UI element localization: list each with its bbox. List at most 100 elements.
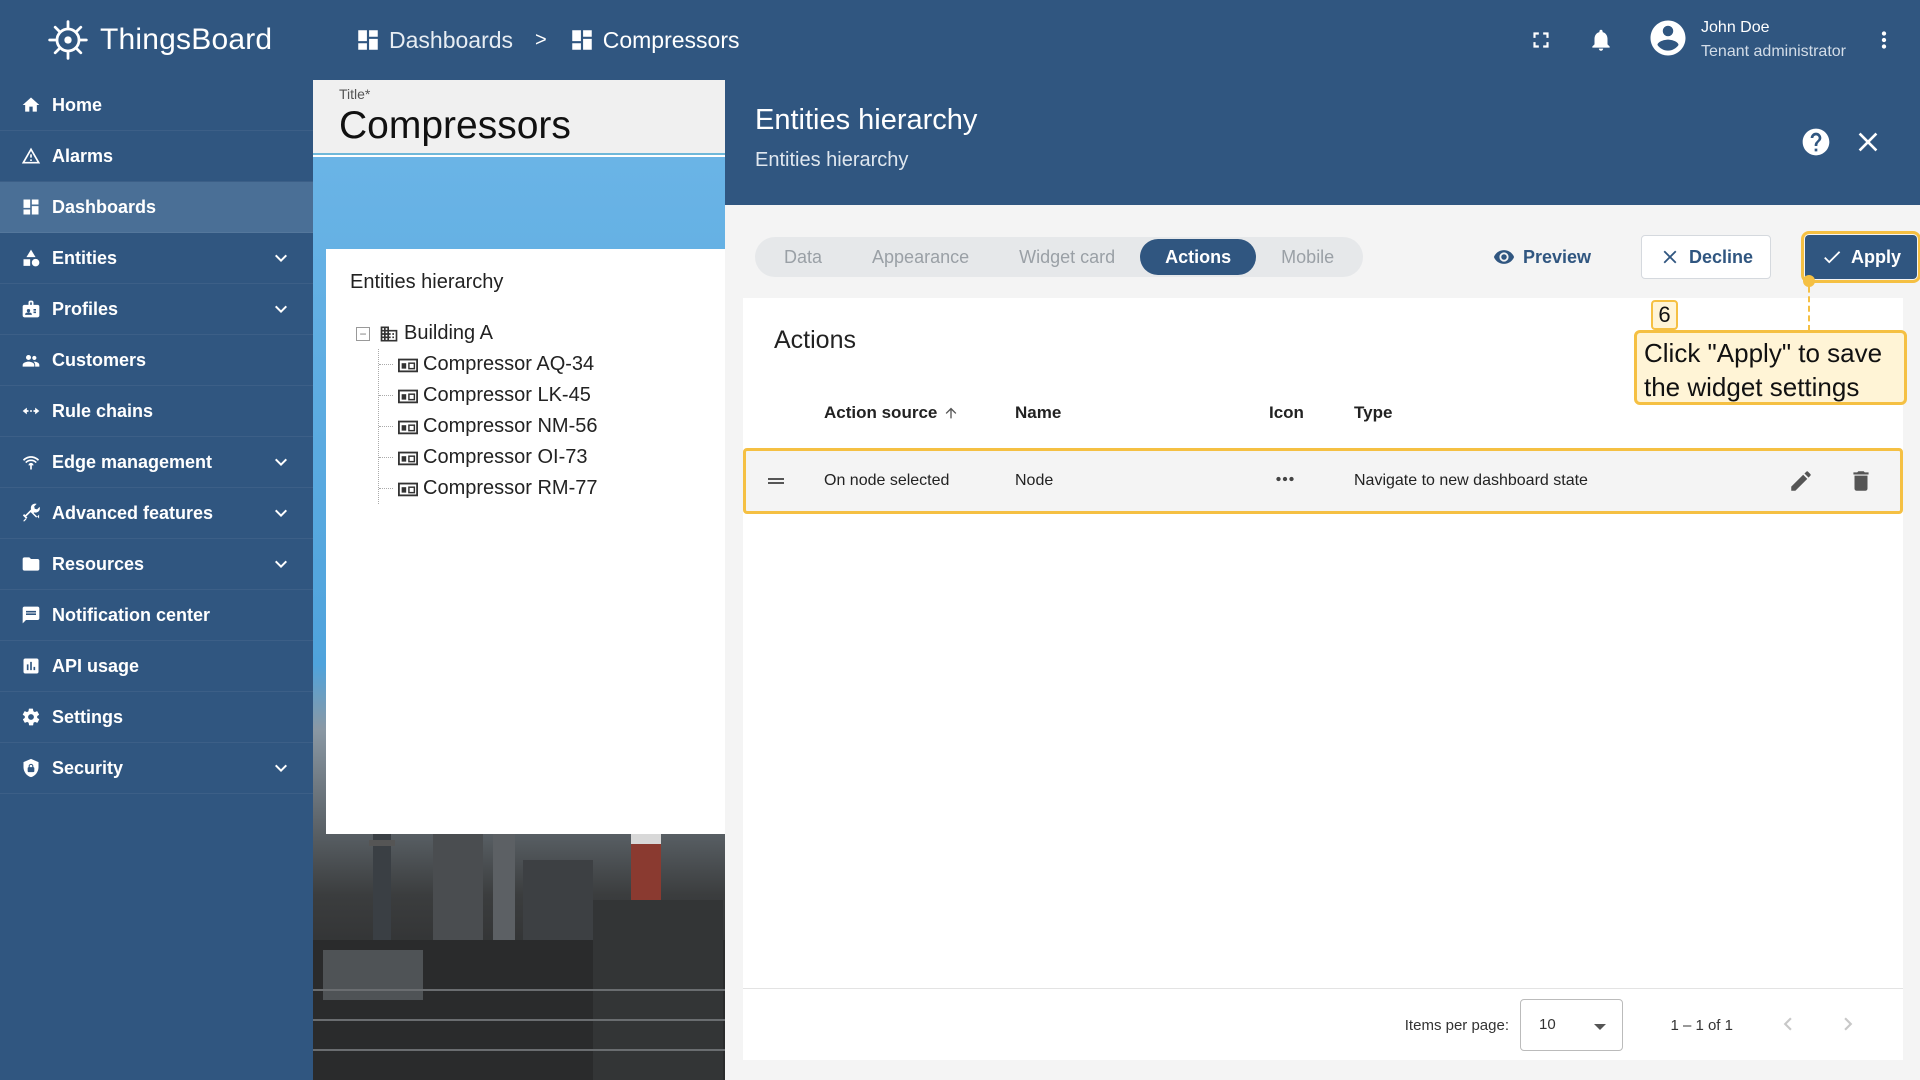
- chevron-down-icon[interactable]: [269, 501, 293, 525]
- edit-pencil-icon[interactable]: [1788, 468, 1816, 496]
- dashboard-title-field[interactable]: Title* Compressors: [313, 80, 725, 155]
- tree-node-label: Compressor RM-77: [423, 477, 598, 499]
- thingsboard-logo-icon: [48, 20, 88, 60]
- actions-card: Actions Action source Name Icon Type On …: [743, 298, 1903, 1060]
- dashboard-editor: Title* Compressors Entities hierarchy −: [313, 80, 725, 1080]
- action-source-cell: On node selected: [824, 472, 950, 489]
- check-icon: [1824, 251, 1841, 264]
- next-page-icon[interactable]: [1835, 1011, 1863, 1039]
- chevron-down-icon[interactable]: [269, 297, 293, 321]
- chevron-down-icon[interactable]: [269, 552, 293, 576]
- home-icon: [20, 94, 42, 116]
- column-header-type[interactable]: Type: [1354, 403, 1392, 423]
- chevron-down-icon[interactable]: [269, 246, 293, 270]
- profiles-icon: [20, 298, 42, 320]
- device-icon: [397, 448, 419, 468]
- tree-node-label: Building A: [404, 322, 493, 344]
- dashboards-icon: [571, 30, 592, 50]
- dashboard-title: Compressors: [339, 104, 571, 147]
- tree-node-label: Compressor NM-56: [423, 415, 598, 437]
- notifications-bell-icon[interactable]: [1581, 20, 1621, 60]
- tab-data[interactable]: Data: [759, 239, 847, 275]
- building-icon: [378, 324, 400, 344]
- breadcrumb-item-dashboards[interactable]: Dashboards: [355, 27, 513, 54]
- breadcrumb-label: Compressors: [602, 26, 740, 53]
- delete-trash-icon[interactable]: [1848, 468, 1876, 496]
- notification-center-icon: [20, 604, 42, 626]
- tree-node-device[interactable]: Compressor AQ-34: [379, 349, 725, 380]
- shield-icon: [20, 757, 42, 779]
- tab-widget-card[interactable]: Widget card: [994, 239, 1140, 275]
- preview-button[interactable]: Preview: [1493, 235, 1591, 279]
- edge-icon: [20, 451, 42, 473]
- tree-children: Compressor AQ-34 Compressor LK-45 Compre…: [378, 349, 725, 504]
- page-size-value: 10: [1539, 1016, 1556, 1033]
- sidebar-item-security[interactable]: Security: [0, 743, 313, 794]
- sidebar-item-alarms[interactable]: Alarms: [0, 131, 313, 182]
- tab-actions[interactable]: Actions: [1140, 239, 1257, 275]
- tree-node-root[interactable]: − Building A: [356, 318, 725, 349]
- items-per-page-label: Items per page:: [1404, 1017, 1509, 1034]
- sidebar-item-rule-chains[interactable]: Rule chains: [0, 386, 313, 437]
- sidebar-item-customers[interactable]: Customers: [0, 335, 313, 386]
- entities-hierarchy-widget[interactable]: Entities hierarchy − Building A Compress…: [326, 249, 725, 834]
- sidebar-item-advanced-features[interactable]: Advanced features: [0, 488, 313, 539]
- sidebar-item-label: Advanced features: [52, 502, 214, 523]
- tree-node-device[interactable]: Compressor NM-56: [379, 411, 725, 442]
- decline-label: Decline: [1689, 246, 1754, 267]
- callout-tooltip: Click "Apply" to save the widget setting…: [1634, 330, 1907, 405]
- help-icon[interactable]: [1800, 126, 1832, 158]
- chevron-down-icon[interactable]: [269, 756, 293, 780]
- device-icon: [397, 355, 419, 375]
- action-name-cell: Node: [1015, 472, 1054, 489]
- sidebar-item-profiles[interactable]: Profiles: [0, 284, 313, 335]
- sidebar-item-label: Edge management: [52, 451, 213, 472]
- close-icon: [1663, 250, 1677, 264]
- account-circle-icon: [1647, 17, 1689, 64]
- eye-icon: [1493, 250, 1515, 264]
- table-row[interactable]: On node selected Node Navigate to new da…: [743, 448, 1903, 514]
- tab-appearance[interactable]: Appearance: [847, 239, 994, 275]
- breadcrumb-item-compressors[interactable]: Compressors: [569, 26, 740, 54]
- sidebar-item-label: Profiles: [52, 298, 119, 319]
- sidebar-item-edge-management[interactable]: Edge management: [0, 437, 313, 488]
- sidebar-item-notification-center[interactable]: Notification center: [0, 590, 313, 641]
- user-role: Tenant administrator: [1701, 43, 1846, 60]
- widget-title: Entities hierarchy: [350, 271, 504, 293]
- tree-node-label: Compressor LK-45: [423, 384, 591, 406]
- column-label: Action source: [824, 403, 938, 422]
- panel-subtitle: Entities hierarchy: [755, 149, 909, 171]
- logo[interactable]: ThingsBoard: [0, 0, 313, 80]
- previous-page-icon[interactable]: [1775, 1011, 1803, 1039]
- user-menu[interactable]: John Doe Tenant administrator: [1647, 16, 1846, 64]
- drag-handle-icon[interactable]: [764, 469, 788, 498]
- page-size-select[interactable]: 10: [1520, 999, 1623, 1051]
- sidebar-item-settings[interactable]: Settings: [0, 692, 313, 743]
- sidebar: ThingsBoard Home Alarms Dashboards Entit…: [0, 0, 313, 1080]
- collapse-icon[interactable]: −: [356, 326, 370, 341]
- tree-node-device[interactable]: Compressor LK-45: [379, 380, 725, 411]
- sidebar-item-home[interactable]: Home: [0, 80, 313, 131]
- panel-header: Entities hierarchy Entities hierarchy: [725, 80, 1920, 205]
- sidebar-item-api-usage[interactable]: API usage: [0, 641, 313, 692]
- close-icon[interactable]: [1852, 126, 1884, 158]
- fullscreen-icon[interactable]: [1521, 20, 1561, 60]
- sidebar-item-label: Resources: [52, 553, 145, 574]
- preview-label: Preview: [1523, 246, 1592, 267]
- column-header-action-source[interactable]: Action source: [824, 403, 959, 423]
- sidebar-item-resources[interactable]: Resources: [0, 539, 313, 590]
- column-header-name[interactable]: Name: [1015, 403, 1061, 423]
- sidebar-item-entities[interactable]: Entities: [0, 233, 313, 284]
- tab-mobile[interactable]: Mobile: [1256, 239, 1359, 275]
- more-horiz-icon: [1272, 466, 1298, 497]
- tree-node-device[interactable]: Compressor RM-77: [379, 473, 725, 504]
- entity-tree: − Building A Compressor AQ-34 Compressor…: [326, 294, 725, 504]
- decline-button[interactable]: Decline: [1641, 235, 1772, 279]
- tree-node-device[interactable]: Compressor OI-73: [379, 442, 725, 473]
- more-vert-icon[interactable]: [1864, 20, 1904, 60]
- sidebar-item-dashboards[interactable]: Dashboards: [0, 182, 313, 233]
- sidebar-item-label: Entities: [52, 247, 118, 268]
- callout-connector: [1808, 277, 1810, 331]
- chevron-down-icon[interactable]: [269, 450, 293, 474]
- apply-button[interactable]: Apply: [1800, 231, 1920, 283]
